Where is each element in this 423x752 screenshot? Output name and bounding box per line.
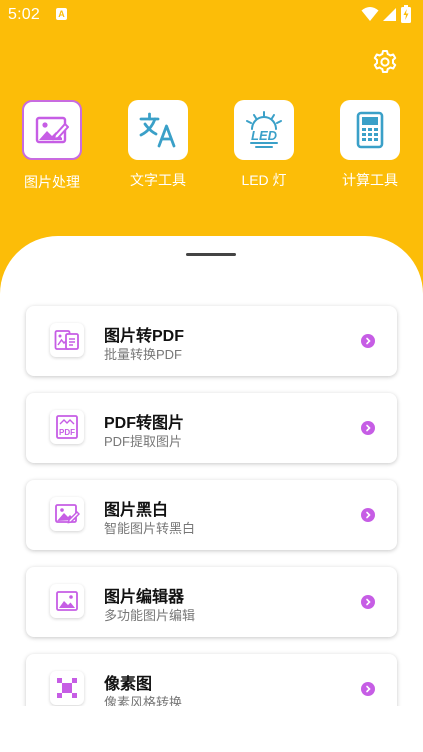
tab-led-light[interactable]: LED LED 灯 bbox=[224, 100, 304, 190]
card-image-to-pdf[interactable]: 图片转PDF 批量转换PDF bbox=[26, 306, 397, 376]
card-image-editor[interactable]: 图片编辑器 多功能图片编辑 bbox=[26, 567, 397, 637]
tab-text-tools[interactable]: 文字工具 bbox=[118, 100, 198, 190]
translate-icon bbox=[139, 112, 176, 148]
drag-handle[interactable] bbox=[186, 253, 236, 256]
tab-label: 图片处理 bbox=[24, 174, 80, 190]
status-icons bbox=[361, 4, 411, 24]
chevron-right-icon bbox=[361, 421, 375, 435]
wifi-icon bbox=[361, 7, 379, 21]
settings-button[interactable] bbox=[371, 48, 399, 76]
card-subtitle: 智能图片转黑白 bbox=[104, 521, 196, 536]
card-subtitle: 像素风格转换 bbox=[104, 695, 183, 706]
image-editor-icon bbox=[56, 591, 78, 611]
pdf-to-image-icon: PDF bbox=[56, 415, 78, 439]
chevron-right-icon bbox=[361, 682, 375, 696]
image-edit-icon bbox=[35, 116, 69, 144]
tab-label: 文字工具 bbox=[130, 172, 186, 188]
tab-icon-box bbox=[22, 100, 82, 160]
card-icon-box bbox=[50, 323, 84, 357]
status-bar: 5:02 A bbox=[0, 0, 423, 30]
card-title: PDF转图片 bbox=[104, 415, 185, 432]
card-image-bw[interactable]: 图片黑白 智能图片转黑白 bbox=[26, 480, 397, 550]
card-subtitle: 批量转换PDF bbox=[104, 347, 183, 362]
svg-text:PDF: PDF bbox=[59, 428, 75, 437]
pixel-icon bbox=[57, 678, 77, 698]
tab-label: LED 灯 bbox=[241, 172, 287, 188]
tab-icon-box bbox=[128, 100, 188, 160]
svg-text:LED: LED bbox=[251, 128, 278, 143]
card-icon-box bbox=[50, 671, 84, 705]
chevron-right-icon bbox=[361, 334, 375, 348]
card-icon-box bbox=[50, 584, 84, 618]
battery-icon bbox=[401, 5, 411, 23]
card-subtitle: 多功能图片编辑 bbox=[104, 608, 196, 623]
calculator-icon bbox=[356, 111, 384, 149]
card-pixel-art[interactable]: 像素图 像素风格转换 bbox=[26, 654, 397, 706]
card-subtitle: PDF提取图片 bbox=[104, 434, 183, 449]
gear-icon bbox=[373, 50, 397, 73]
chevron-right-icon bbox=[361, 508, 375, 522]
feature-sheet: 图片转PDF 批量转换PDF PDF PDF转图片 PDF提取图片 图片黑白 智… bbox=[0, 236, 423, 706]
tab-icon-box bbox=[340, 100, 400, 160]
card-title: 图片编辑器 bbox=[104, 589, 185, 606]
status-notification-icon: A bbox=[56, 8, 67, 20]
tool-tabs: 图片处理 文字工具 LED LED 灯 计算工具 bbox=[0, 100, 423, 192]
tab-calc-tools[interactable]: 计算工具 bbox=[330, 100, 410, 190]
image-bw-icon bbox=[55, 504, 80, 524]
chevron-right-icon bbox=[361, 595, 375, 609]
status-time: 5:02 bbox=[8, 6, 40, 23]
card-icon-box bbox=[50, 497, 84, 531]
card-title: 像素图 bbox=[104, 676, 153, 693]
signal-icon bbox=[383, 8, 396, 21]
card-pdf-to-image[interactable]: PDF PDF转图片 PDF提取图片 bbox=[26, 393, 397, 463]
card-title: 图片转PDF bbox=[104, 328, 185, 345]
card-title: 图片黑白 bbox=[104, 502, 169, 519]
card-icon-box: PDF bbox=[50, 410, 84, 444]
tab-image-processing[interactable]: 图片处理 bbox=[12, 100, 92, 192]
led-icon: LED bbox=[246, 111, 282, 148]
image-to-pdf-icon bbox=[54, 330, 79, 350]
tab-label: 计算工具 bbox=[342, 172, 398, 188]
tab-icon-box: LED bbox=[234, 100, 294, 160]
